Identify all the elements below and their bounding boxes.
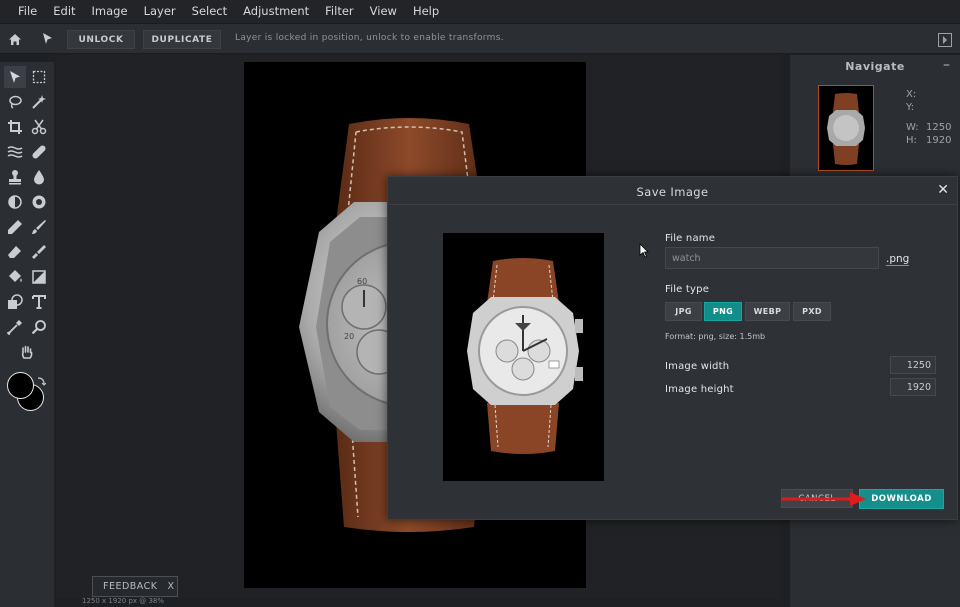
panel-toggle-icon[interactable] — [938, 33, 952, 47]
file-type-png[interactable]: PNG — [704, 302, 742, 321]
menu-edit[interactable]: Edit — [45, 0, 83, 23]
eyedropper-icon[interactable] — [4, 316, 26, 338]
duplicate-button[interactable]: DUPLICATE — [143, 30, 221, 49]
crop-icon[interactable] — [4, 116, 26, 138]
menu-image[interactable]: Image — [84, 0, 136, 23]
options-toolbar: UNLOCK DUPLICATE Layer is locked in posi… — [0, 23, 960, 54]
pencil-icon[interactable] — [4, 216, 26, 238]
menu-file[interactable]: File — [10, 0, 45, 23]
image-height-input[interactable] — [890, 378, 936, 396]
nav-w-label: W: — [906, 122, 919, 133]
annotation-arrow-icon — [782, 492, 866, 506]
menubar: File Edit Image Layer Select Adjustment … — [0, 0, 960, 23]
navigator-thumbnail[interactable] — [818, 85, 874, 171]
move-pointer-icon[interactable] — [38, 30, 56, 48]
select-arrow-icon[interactable] — [4, 66, 26, 88]
file-type-webp[interactable]: WEBP — [745, 302, 790, 321]
dodge-icon[interactable] — [4, 191, 26, 213]
mouse-cursor-icon — [639, 243, 649, 258]
zoom-icon[interactable] — [28, 316, 50, 338]
format-info: Format: png, size: 1.5mb — [665, 332, 766, 341]
eraser-icon[interactable] — [4, 241, 26, 263]
file-type-pxd[interactable]: PXD — [793, 302, 831, 321]
menu-view[interactable]: View — [362, 0, 405, 23]
file-type-jpg[interactable]: JPG — [665, 302, 702, 321]
bandage-icon[interactable] — [28, 141, 50, 163]
gradient-icon[interactable] — [28, 266, 50, 288]
magic-wand-icon[interactable] — [28, 91, 50, 113]
collapse-icon[interactable]: – — [943, 57, 950, 73]
navigator-title: Navigate — [845, 60, 905, 73]
home-icon[interactable] — [6, 30, 24, 48]
image-width-input[interactable] — [890, 356, 936, 374]
swap-colors-icon[interactable] — [36, 371, 47, 386]
foreground-color-swatch[interactable] — [7, 372, 34, 399]
liquify-icon[interactable] — [4, 141, 26, 163]
menu-help[interactable]: Help — [405, 0, 447, 23]
svg-text:60: 60 — [357, 277, 367, 286]
unlock-button[interactable]: UNLOCK — [67, 30, 135, 49]
close-icon[interactable]: ✕ — [937, 182, 949, 198]
feedback-label: FEEDBACK — [103, 581, 158, 592]
stamp-icon[interactable] — [4, 166, 26, 188]
menu-adjustment[interactable]: Adjustment — [235, 0, 317, 23]
menu-select[interactable]: Select — [184, 0, 235, 23]
image-width-label: Image width — [665, 361, 730, 372]
lasso-icon[interactable] — [4, 91, 26, 113]
dialog-header: Save Image ✕ — [388, 177, 957, 205]
feedback-button[interactable]: FEEDBACK X — [92, 576, 178, 597]
hand-icon[interactable] — [16, 341, 38, 363]
nav-h-value: 1920 — [926, 135, 952, 146]
nav-x-label: X: — [906, 89, 917, 100]
save-image-dialog: Save Image ✕ File name .png File type JP… — [387, 176, 958, 520]
lock-message: Layer is locked in position, unlock to e… — [235, 33, 504, 43]
file-type-label: File type — [665, 284, 710, 295]
bucket-icon[interactable] — [4, 266, 26, 288]
marquee-icon[interactable] — [28, 66, 50, 88]
feedback-close-icon[interactable]: X — [168, 581, 175, 592]
nav-w-value: 1250 — [926, 122, 952, 133]
shape-icon[interactable] — [4, 291, 26, 313]
tools-panel — [0, 62, 54, 607]
image-preview — [443, 233, 604, 481]
status-text: 1250 x 1920 px @ 38% — [82, 597, 165, 605]
nav-h-label: H: — [906, 135, 917, 146]
sponge-icon[interactable] — [28, 191, 50, 213]
scissors-icon[interactable] — [28, 116, 50, 138]
menu-layer[interactable]: Layer — [136, 0, 184, 23]
file-extension: .png — [886, 253, 910, 266]
smudge-icon[interactable] — [28, 241, 50, 263]
text-icon[interactable] — [28, 291, 50, 313]
drop-icon[interactable] — [28, 166, 50, 188]
svg-text:20: 20 — [344, 332, 354, 341]
dialog-title: Save Image — [636, 185, 709, 199]
file-name-label: File name — [665, 233, 716, 244]
nav-y-label: Y: — [906, 102, 915, 113]
menu-filter[interactable]: Filter — [317, 0, 361, 23]
file-name-input[interactable] — [665, 247, 879, 269]
brush-icon[interactable] — [28, 216, 50, 238]
image-height-label: Image height — [665, 384, 734, 395]
